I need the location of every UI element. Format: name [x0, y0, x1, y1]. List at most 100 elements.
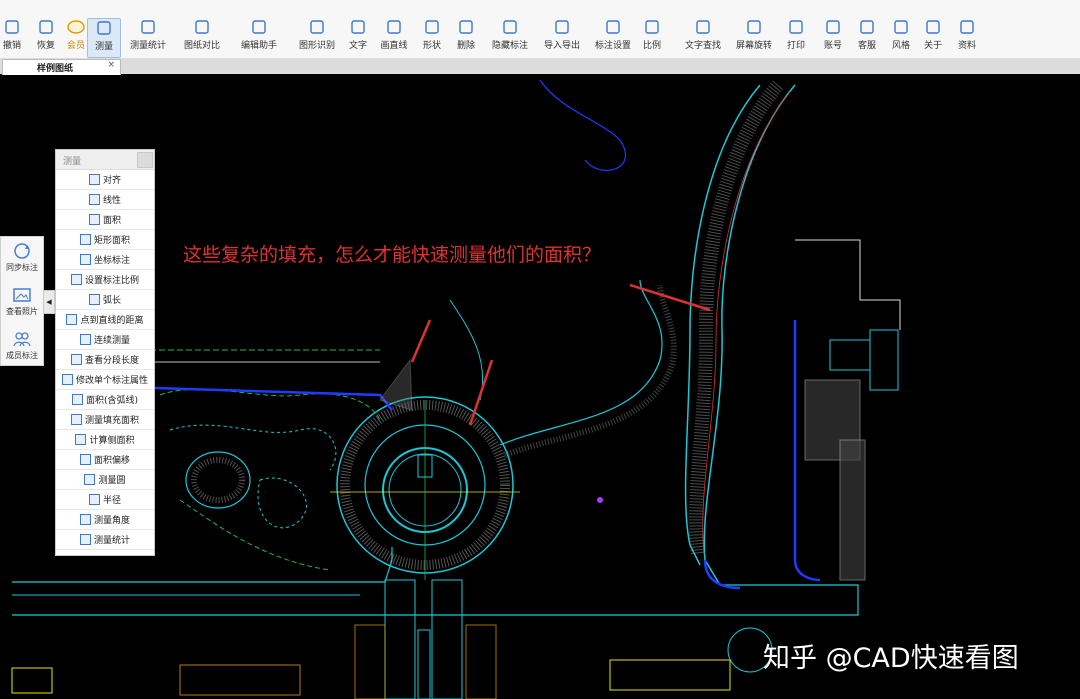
measure-menu-label: 矩形面积: [93, 236, 130, 246]
measure-menu-item[interactable]: 修改单个标注属性: [56, 370, 154, 390]
measure-menu-item[interactable]: 连续测量: [56, 330, 154, 350]
measure-stats-icon: [138, 18, 158, 36]
measure-menu-item[interactable]: 面积偏移: [56, 450, 154, 470]
measure-menu-label: 测量角度: [93, 516, 130, 526]
measure-tool-icon: [84, 474, 96, 485]
measure-menu-item[interactable]: 测量填充面积: [56, 410, 154, 430]
print-icon: [786, 18, 806, 36]
measure-tool-icon: [79, 454, 91, 465]
toolbar-button-line[interactable]: 画直线: [379, 18, 409, 56]
toolbar-label: 文字: [348, 41, 367, 51]
sidebar-collapse-toggle[interactable]: ◀: [43, 290, 55, 314]
toolbar-button-customer-service[interactable]: 客服: [856, 18, 878, 56]
view-photo-button[interactable]: 查看照片: [1, 285, 43, 327]
tab-bar: 样例图纸 ×: [0, 58, 1080, 75]
measure-tool-icon: [88, 494, 100, 505]
toolbar-button-print[interactable]: 打印: [785, 18, 807, 56]
members-icon: [13, 332, 31, 347]
toolbar-button-text[interactable]: 文字: [347, 18, 369, 56]
measure-tool-icon: [70, 354, 82, 365]
shape-icon: [422, 18, 442, 36]
toolbar-button-vip[interactable]: 会员: [66, 18, 86, 56]
toolbar-button-shape-recognition[interactable]: 图形识别: [296, 18, 338, 56]
toolbar-button-measure[interactable]: 测量: [87, 18, 121, 58]
toolbar-button-about[interactable]: 关于: [922, 18, 944, 56]
toolbar-label: 会员: [66, 41, 85, 51]
style-icon: [891, 18, 911, 36]
import-export-icon: [552, 18, 572, 36]
toolbar-button-compare[interactable]: 图纸对比: [183, 18, 221, 56]
toolbar-label: 文字查找: [684, 41, 721, 51]
measure-menu-label: 面积: [102, 216, 121, 226]
sidebar-item-label: 同步标注: [6, 263, 38, 272]
measure-tool-icon: [66, 314, 78, 325]
measure-menu-item[interactable]: 查看分段长度: [56, 350, 154, 370]
line-icon: [384, 18, 404, 36]
measure-menu-label: 测量圆: [98, 476, 126, 486]
toolbar-button-rotate-screen[interactable]: 屏幕旋转: [733, 18, 775, 56]
toolbar-label: 关于: [923, 41, 942, 51]
measure-menu-item[interactable]: 对齐: [56, 170, 154, 190]
toolbar-button-annotation-settings[interactable]: 标注设置: [592, 18, 634, 56]
text-search-icon: [693, 18, 713, 36]
measure-menu-item[interactable]: 半径: [56, 490, 154, 510]
toolbar-button-import-export[interactable]: 导入导出: [541, 18, 583, 56]
measure-menu-item[interactable]: 矩形面积: [56, 230, 154, 250]
toolbar-label: 测量: [94, 42, 113, 52]
measure-panel: 测量 对齐 线性面积矩形面积坐标标注 设置标注比例 弧长 点到直线的距离 连续测量查看分段…: [55, 149, 155, 556]
shape-recognition-icon: [307, 18, 327, 36]
toolbar-button-scale[interactable]: 比例: [641, 18, 663, 56]
toolbar-label: 删除: [456, 41, 475, 51]
drawing-canvas[interactable]: [0, 75, 1080, 699]
measure-tool-icon: [79, 234, 91, 245]
toolbar-button-measure-stats[interactable]: 测量统计: [127, 18, 169, 56]
measure-menu-item[interactable]: 设置标注比例: [56, 270, 154, 290]
measure-tool-icon: [71, 394, 83, 405]
toolbar-button-account[interactable]: 账号: [821, 18, 845, 56]
measure-menu-item[interactable]: 面积: [56, 210, 154, 230]
eraser-icon: [456, 18, 476, 36]
watermark: 知乎 @CAD快速看图: [763, 643, 1019, 674]
panel-title: 测量: [63, 157, 82, 167]
toolbar-label: 撤销: [2, 41, 21, 51]
toolbar-button-redo[interactable]: 恢复: [34, 18, 58, 56]
sync-annotation-button[interactable]: 同步标注: [1, 241, 43, 283]
toolbar-label: 风格: [891, 41, 910, 51]
member-annotation-button[interactable]: 成员标注: [1, 329, 43, 371]
toolbar-label: 画直线: [380, 41, 408, 51]
measure-tool-icon: [70, 414, 82, 425]
measure-tool-icon: [61, 374, 73, 385]
measure-menu-item[interactable]: 线性: [56, 190, 154, 210]
measure-menu-item[interactable]: 点到直线的距离: [56, 310, 154, 330]
tab-sample-drawing[interactable]: 样例图纸 ×: [2, 59, 121, 75]
toolbar-button-resources[interactable]: 资料: [955, 18, 979, 56]
toolbar-button-style[interactable]: 风格: [890, 18, 912, 56]
measure-menu-label: 计算侧面积: [89, 436, 135, 446]
toolbar-button-undo[interactable]: 撤销: [2, 18, 22, 56]
toolbar-button-shape[interactable]: 形状: [422, 18, 442, 56]
toolbar-button-text-search[interactable]: 文字查找: [682, 18, 724, 56]
measure-menu-item[interactable]: 计算侧面积: [56, 430, 154, 450]
measure-menu-item[interactable]: 坐标标注: [56, 250, 154, 270]
scale-icon: [642, 18, 662, 36]
measure-tool-icon: [79, 254, 91, 265]
vip-icon: [66, 18, 86, 36]
toolbar-label: 测量统计: [129, 41, 166, 51]
toolbar-button-eraser[interactable]: 删除: [456, 18, 476, 56]
panel-header: 测量: [56, 150, 154, 170]
measure-menu-item[interactable]: 测量统计: [56, 530, 154, 550]
measure-menu-label: 查看分段长度: [84, 356, 139, 366]
annotation-settings-icon: [603, 18, 623, 36]
edit-assistant-icon: [249, 18, 269, 36]
close-icon[interactable]: ×: [107, 60, 115, 70]
compare-icon: [192, 18, 212, 36]
measure-menu-item[interactable]: 弧长: [56, 290, 154, 310]
measure-menu-item[interactable]: 测量角度: [56, 510, 154, 530]
measure-menu-item[interactable]: 面积(含弧线): [56, 390, 154, 410]
photo-icon: [13, 288, 31, 302]
panel-close-button[interactable]: [137, 152, 153, 168]
toolbar-button-edit-assistant[interactable]: 编辑助手: [238, 18, 280, 56]
toolbar-button-hide-annotation[interactable]: 隐藏标注: [489, 18, 531, 56]
tab-title: 样例图纸: [37, 64, 74, 74]
measure-menu-item[interactable]: 测量圆: [56, 470, 154, 490]
